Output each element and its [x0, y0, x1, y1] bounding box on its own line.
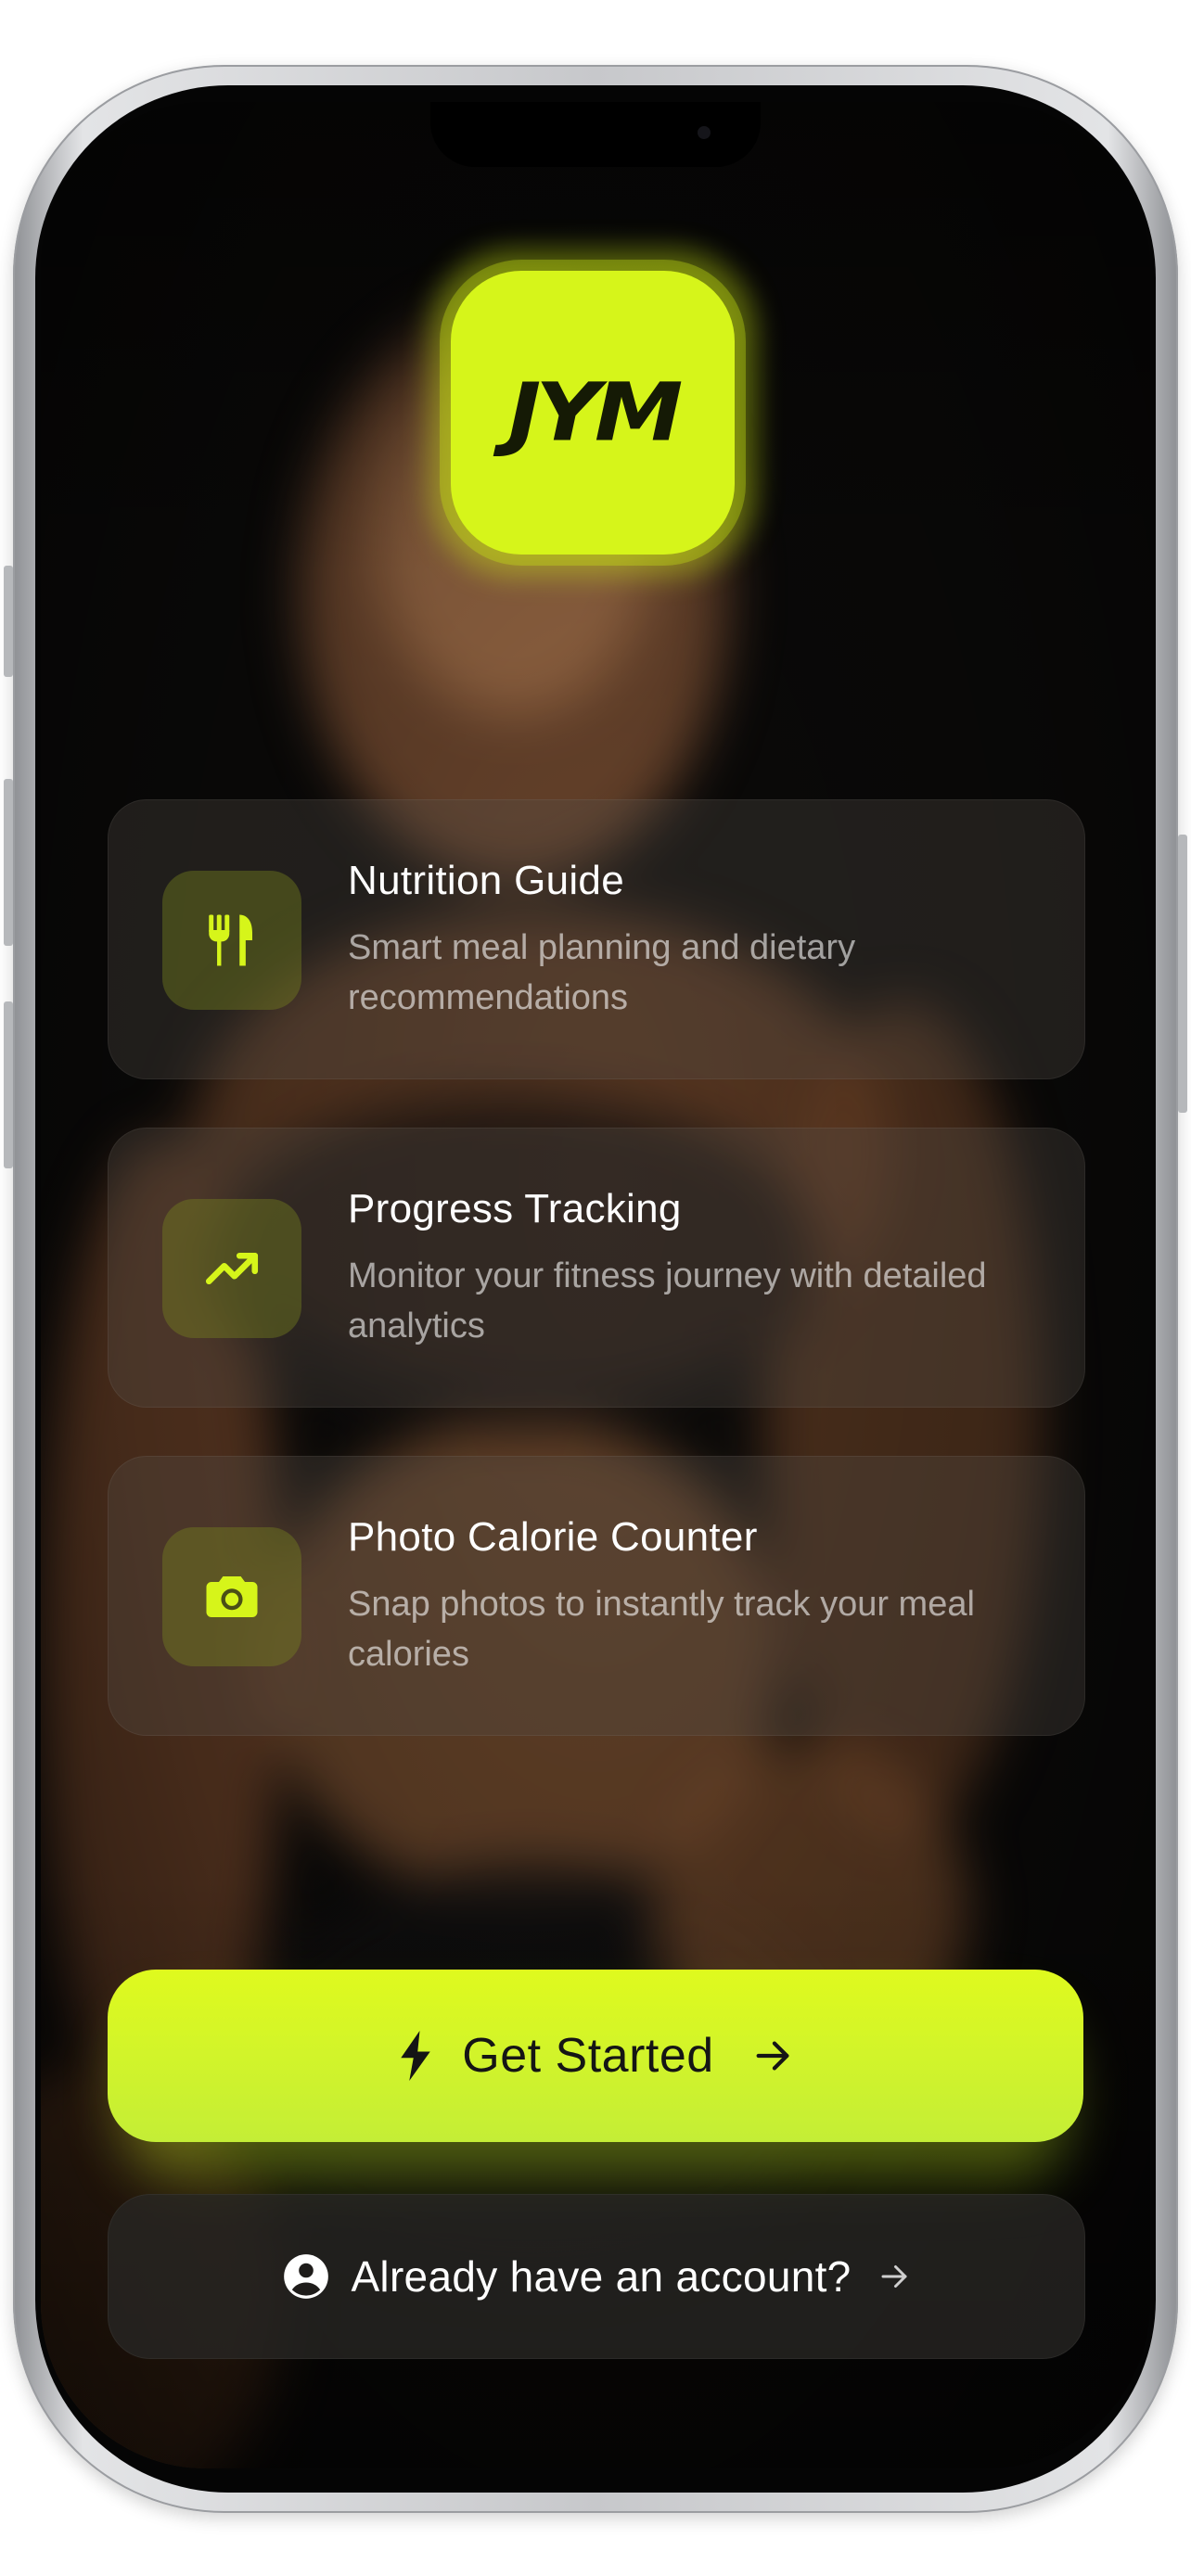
camera-icon [162, 1527, 301, 1666]
dynamic-island [430, 102, 761, 167]
trending-up-icon [162, 1199, 301, 1338]
power-button [1178, 835, 1187, 1113]
arrow-right-icon [751, 2034, 794, 2077]
feature-description: Monitor your fitness journey with detail… [348, 1256, 987, 1345]
sign-in-label: Already have an account? [351, 2252, 852, 2301]
feature-card-photo-calorie: Photo Calorie Counter Snap photos to ins… [108, 1456, 1085, 1736]
sign-in-button[interactable]: Already have an account? [108, 2194, 1085, 2359]
action-button [4, 566, 13, 677]
logo-text: JYM [507, 365, 684, 460]
user-circle-icon [282, 2252, 330, 2301]
volume-down-button [4, 1001, 13, 1168]
feature-title: Photo Calorie Counter [348, 1514, 758, 1560]
arrow-right-icon [877, 2260, 911, 2293]
front-camera [698, 126, 711, 139]
volume-up-button [4, 779, 13, 946]
feature-card-progress: Progress Tracking Monitor your fitness j… [108, 1128, 1085, 1408]
app-logo: JYM [451, 271, 735, 555]
feature-title: Nutrition Guide [348, 858, 624, 903]
screen: JYM Nutrition Guide Smart meal planning … [41, 102, 1150, 2468]
get-started-label: Get Started [462, 2029, 714, 2083]
feature-description: Snap photos to instantly track your meal… [348, 1585, 975, 1674]
get-started-button[interactable]: Get Started [108, 1970, 1083, 2142]
page: JYM Nutrition Guide Smart meal planning … [0, 0, 1191, 2576]
feature-title: Progress Tracking [348, 1186, 682, 1231]
bolt-icon [397, 2031, 434, 2081]
utensils-icon [162, 871, 301, 1010]
feature-description: Smart meal planning and dietary recommen… [348, 928, 856, 1017]
feature-card-nutrition: Nutrition Guide Smart meal planning and … [108, 799, 1085, 1079]
